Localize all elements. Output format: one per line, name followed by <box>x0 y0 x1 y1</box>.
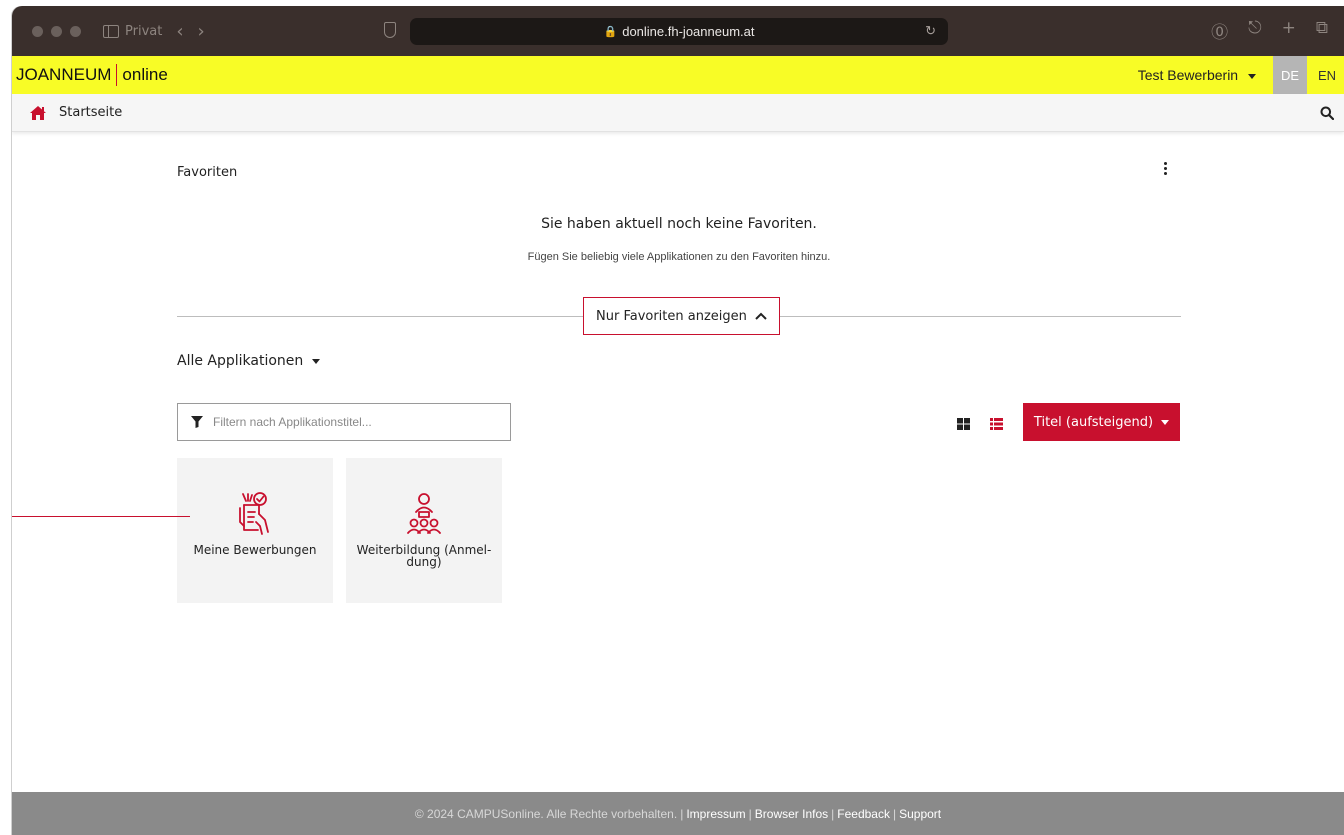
share-icon[interactable]: ⎋ <box>1248 18 1261 43</box>
browser-window: Privat ‹ › 🔒 donline.fh-joanneum.at ↻ ⓪ … <box>12 6 1344 835</box>
home-icon[interactable] <box>29 105 47 121</box>
search-icon[interactable] <box>1320 105 1335 124</box>
application-tiles: Meine Bewerbungen Weiterbildung (Anmel-d… <box>177 458 502 603</box>
forward-icon[interactable]: › <box>198 21 205 42</box>
page-footer: © 2024 CAMPUSonline. Alle Rechte vorbeha… <box>12 792 1344 835</box>
app-header: JOANNEUM online Test Bewerberin DE EN <box>12 56 1344 94</box>
app-tile-meine-bewerbungen[interactable]: Meine Bewerbungen <box>177 458 333 603</box>
favorites-empty-hint: Fügen Sie beliebig viele Applikationen z… <box>527 251 831 263</box>
reload-icon[interactable]: ↻ <box>925 23 936 39</box>
url-text: donline.fh-joanneum.at <box>622 24 755 39</box>
filter-field[interactable] <box>177 403 511 441</box>
chevron-down-icon <box>1161 419 1170 425</box>
show-favorites-only-label: Nur Favoriten anzeigen <box>596 308 747 324</box>
show-favorites-only-button[interactable]: Nur Favoriten anzeigen <box>583 297 780 335</box>
app-tile-label: Weiterbildung (Anmel-dung) <box>356 543 492 569</box>
private-label: Privat <box>125 23 163 39</box>
new-tab-icon[interactable]: + <box>1282 18 1296 43</box>
application-document-icon <box>239 492 269 535</box>
kebab-dot <box>1164 172 1167 175</box>
favorites-title: Favoriten <box>177 165 238 180</box>
footer-separator: | <box>680 806 684 821</box>
browser-actions: ⓪ ⎋ + ⧉ <box>1211 18 1328 43</box>
user-menu-button[interactable]: Test Bewerberin <box>1138 67 1256 83</box>
footer-link-support[interactable]: Support <box>899 807 941 821</box>
chevron-up-icon <box>755 309 767 324</box>
footer-link-feedback[interactable]: Feedback <box>837 807 890 821</box>
home-link[interactable]: Startseite <box>59 105 122 120</box>
browser-toolbar: Privat ‹ › 🔒 donline.fh-joanneum.at ↻ ⓪ … <box>12 6 1344 56</box>
list-view-icon[interactable] <box>990 415 1003 434</box>
user-name: Test Bewerberin <box>1137 67 1239 83</box>
address-bar[interactable]: 🔒 donline.fh-joanneum.at ↻ <box>410 18 948 45</box>
logo-sub-text: online <box>122 65 168 84</box>
window-controls[interactable] <box>32 25 81 37</box>
app-tile-label: Meine Bewerbungen <box>193 543 317 557</box>
chevron-down-icon <box>312 358 321 364</box>
logo-divider <box>116 64 118 86</box>
minimize-window-button[interactable] <box>51 25 62 37</box>
kebab-dot <box>1164 162 1167 165</box>
chevron-down-icon <box>1248 73 1256 79</box>
kebab-dot <box>1164 167 1167 170</box>
logo[interactable]: JOANNEUM online <box>16 64 168 86</box>
footer-separator: | <box>892 806 897 821</box>
sidebar-icon <box>103 24 119 38</box>
privacy-shield-icon[interactable] <box>384 22 396 38</box>
language-de-button[interactable]: DE <box>1273 56 1307 94</box>
lecture-audience-icon <box>407 493 441 534</box>
download-icon[interactable]: ⓪ <box>1211 18 1228 43</box>
sort-dropdown-button[interactable]: Titel (aufsteigend) <box>1023 403 1180 441</box>
lock-icon: 🔒 <box>603 26 618 38</box>
footer-link-impressum[interactable]: Impressum <box>686 807 745 821</box>
footer-link-browser-infos[interactable]: Browser Infos <box>755 807 828 821</box>
footer-separator: | <box>748 806 752 821</box>
all-applications-label: Alle Applikationen <box>177 353 304 369</box>
annotation-line <box>12 516 190 517</box>
app-tile-weiterbildung[interactable]: Weiterbildung (Anmel-dung) <box>346 458 502 603</box>
language-de-label: DE <box>1280 67 1300 83</box>
breadcrumb: Startseite <box>12 94 1344 132</box>
more-options-icon[interactable] <box>1164 162 1167 175</box>
tab-overview-icon[interactable]: ⧉ <box>1316 18 1328 43</box>
back-icon[interactable]: ‹ <box>176 21 183 42</box>
filter-input[interactable] <box>213 415 493 429</box>
logo-main-text: JOANNEUM <box>16 65 112 84</box>
filter-icon <box>191 416 203 428</box>
footer-separator: | <box>831 806 835 821</box>
close-window-button[interactable] <box>32 25 43 37</box>
grid-view-icon[interactable] <box>957 415 970 434</box>
footer-copyright: © 2024 CAMPUSonline. Alle Rechte vorbeha… <box>414 806 678 821</box>
sidebar-toggle-button[interactable]: Privat <box>103 24 162 39</box>
language-en-button[interactable]: EN <box>1310 56 1344 94</box>
favorites-empty-title: Sie haben aktuell noch keine Favoriten. <box>541 216 817 232</box>
zoom-window-button[interactable] <box>70 25 81 37</box>
language-en-label: EN <box>1317 67 1337 83</box>
sort-label: Titel (aufsteigend) <box>1033 414 1154 430</box>
all-applications-dropdown[interactable]: Alle Applikationen <box>177 353 321 369</box>
